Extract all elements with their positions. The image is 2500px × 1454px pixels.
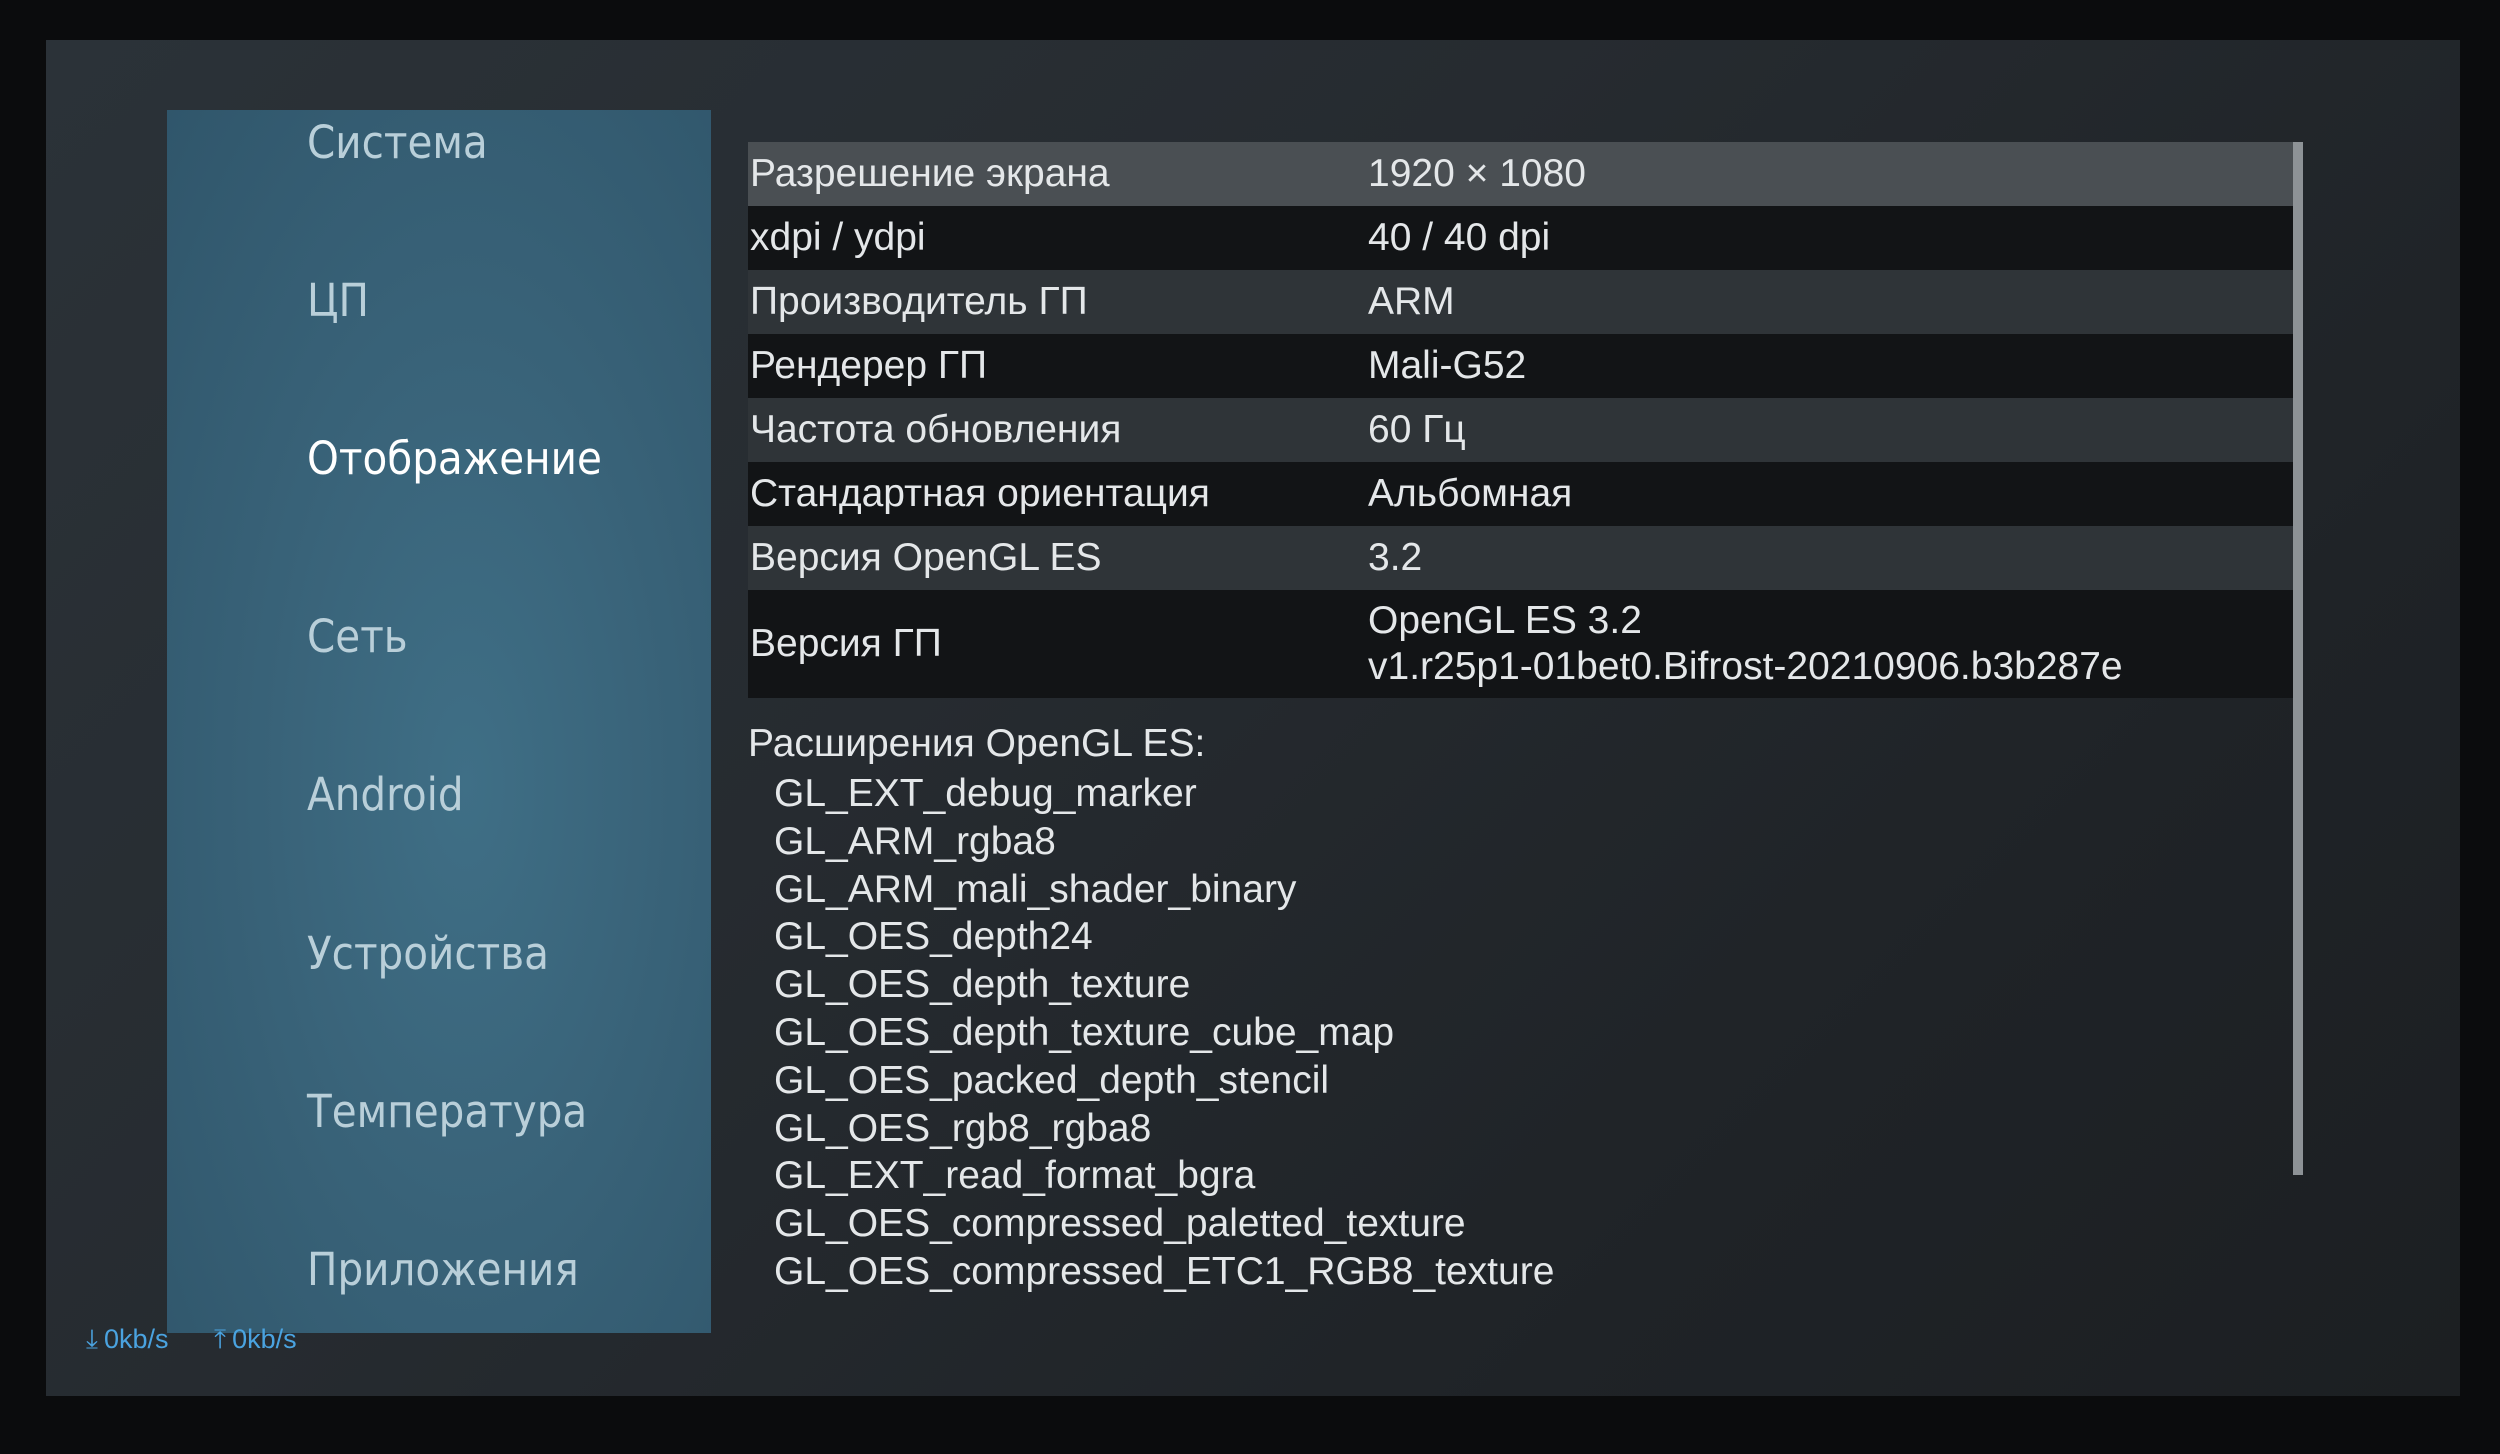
extension-item: GL_OES_rgb8_rgba8 (774, 1106, 1152, 1150)
info-value: Mali-G52 (1368, 344, 1527, 387)
extension-item: GL_OES_depth_texture (774, 963, 1191, 1007)
sidebar-item-system[interactable]: Система (307, 116, 488, 169)
info-key: Рендерер ГП (750, 344, 988, 387)
upload-speed: ⤒ 0kb/s (208, 1324, 297, 1354)
info-key: Производитель ГП (750, 280, 1088, 323)
download-speed-value: 0kb/s (104, 1324, 169, 1354)
info-row-gpu-renderer[interactable]: Рендерер ГП Mali-G52 (748, 334, 2296, 398)
info-key: Частота обновления (750, 408, 1122, 451)
sidebar-item-devices[interactable]: Устройства (307, 927, 549, 980)
download-speed: ⤓ 0kb/s (80, 1324, 176, 1354)
info-value: OpenGL ES 3.2 v1.r25p1-01bet0.Bifrost-20… (1368, 598, 2123, 690)
sidebar-item-display[interactable]: Отображение (307, 432, 602, 485)
info-value: ARM (1368, 280, 1455, 323)
sidebar-item-network[interactable]: Сеть (307, 610, 408, 663)
extension-item: GL_EXT_debug_marker (774, 772, 1197, 815)
sidebar-item-cpu[interactable]: ЦП (307, 274, 369, 327)
network-speed-indicator: ⤓ 0kb/s ⤒ 0kb/s (80, 1324, 329, 1356)
upload-arrow-icon: ⤒ (214, 1324, 227, 1354)
tv-screen: Система ЦП Отображение Сеть Android Устр… (46, 40, 2460, 1396)
sidebar-item-temperature[interactable]: Температура (307, 1085, 587, 1138)
gpu-version-line1: OpenGL ES 3.2 (1368, 599, 1642, 642)
info-value: Альбомная (1368, 472, 1573, 515)
sidebar-item-apps[interactable]: Приложения (307, 1243, 579, 1296)
extension-item: GL_ARM_rgba8 (774, 819, 1056, 863)
sidebar-nav: Система ЦП Отображение Сеть Android Устр… (167, 110, 711, 1333)
info-row-gpu-vendor[interactable]: Производитель ГП ARM (748, 270, 2296, 334)
extension-item: GL_OES_compressed_paletted_texture (774, 1202, 1466, 1246)
extension-item: GL_EXT_read_format_bgra (774, 1154, 1256, 1198)
info-row-dpi[interactable]: xdpi / ydpi 40 / 40 dpi (748, 206, 2296, 270)
download-arrow-icon: ⤓ (86, 1324, 98, 1354)
extension-item: GL_OES_packed_depth_stencil (774, 1058, 1330, 1102)
info-value: 3.2 (1368, 536, 1423, 579)
extensions-list: GL_EXT_debug_marker GL_ARM_rgba8 GL_ARM_… (774, 770, 2274, 1292)
info-row-gpu-version[interactable]: Версия ГП OpenGL ES 3.2 v1.r25p1-01bet0.… (748, 590, 2296, 698)
info-row-refresh-rate[interactable]: Частота обновления 60 Гц (748, 398, 2296, 462)
info-row-resolution[interactable]: Разрешение экрана 1920 × 1080 (748, 142, 2296, 206)
extension-item: GL_OES_compressed_ETC1_RGB8_texture (774, 1249, 1555, 1292)
scrollbar[interactable] (2293, 142, 2303, 1175)
info-value: 1920 × 1080 (1368, 152, 1586, 195)
extension-item: GL_OES_depth_texture_cube_map (774, 1010, 1395, 1054)
info-key: xdpi / ydpi (750, 216, 926, 259)
info-row-orientation[interactable]: Стандартная ориентация Альбомная (748, 462, 2296, 526)
extension-item: GL_ARM_mali_shader_binary (774, 867, 1297, 911)
info-value: 60 Гц (1368, 408, 1466, 451)
info-key: Версия OpenGL ES (750, 536, 1102, 579)
gpu-version-line2: v1.r25p1-01bet0.Bifrost-20210906.b3b287e (1368, 645, 2123, 688)
extensions-title: Расширения OpenGL ES: (748, 722, 1206, 765)
info-row-opengl-version[interactable]: Версия OpenGL ES 3.2 (748, 526, 2296, 590)
info-key: Разрешение экрана (750, 152, 1110, 195)
sidebar-item-android[interactable]: Android (307, 768, 464, 821)
extension-item: GL_OES_depth24 (774, 915, 1093, 959)
info-value: 40 / 40 dpi (1368, 216, 1551, 259)
info-key: Версия ГП (750, 622, 942, 665)
upload-speed-value: 0kb/s (232, 1324, 297, 1354)
info-key: Стандартная ориентация (750, 472, 1210, 515)
